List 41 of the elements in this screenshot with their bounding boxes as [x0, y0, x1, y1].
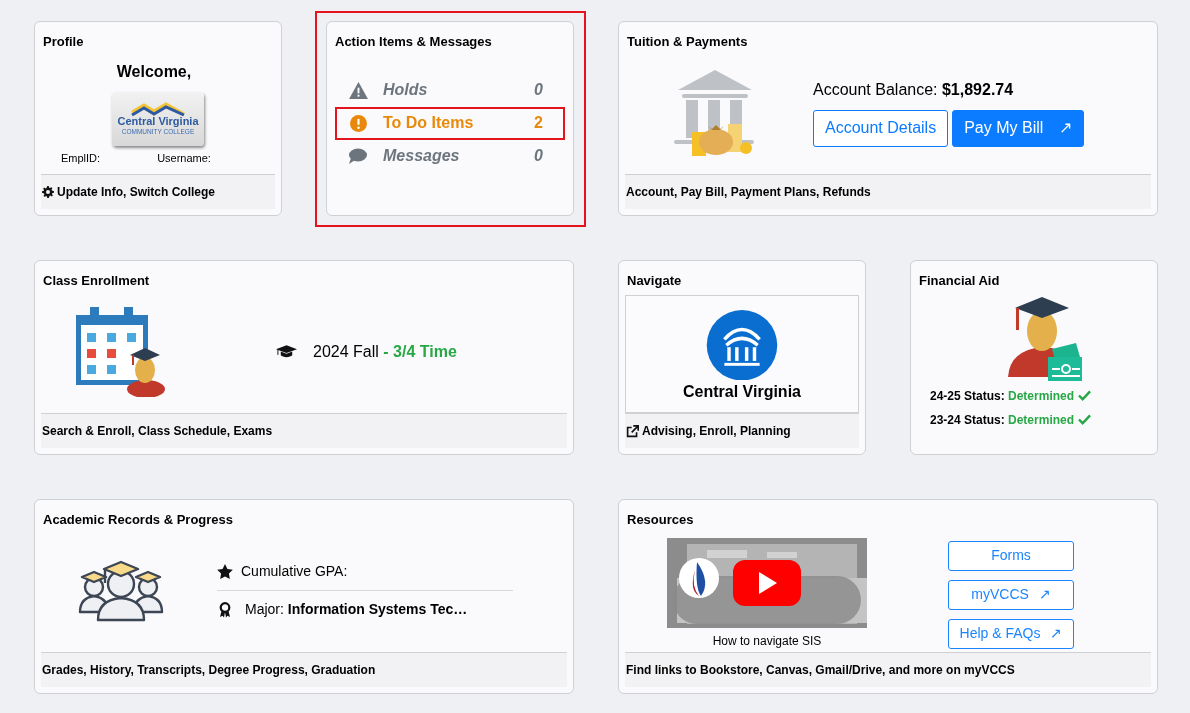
- link-button[interactable]: myVCCS ↗: [948, 579, 1074, 610]
- status-text: 23-24 Status: Determined: [930, 411, 1075, 429]
- navigate-panel[interactable]: Central Virginia: [625, 294, 859, 413]
- check-icon: [1078, 414, 1092, 425]
- external-link-icon: [626, 424, 639, 438]
- term-text: 2024 Fall - 3/4 Time: [313, 341, 457, 362]
- logo-text: Central Virginia: [117, 116, 199, 128]
- star-icon: [217, 564, 233, 580]
- action-item[interactable]: Holds 0: [335, 73, 565, 107]
- action-item[interactable]: To Do Items 2: [335, 106, 565, 140]
- action-item[interactable]: Messages 0: [335, 139, 565, 173]
- gear-icon: [42, 186, 54, 198]
- card-title: Profile: [42, 33, 85, 51]
- university-logo-icon: [706, 309, 778, 380]
- welcome-text: Welcome,: [116, 61, 192, 82]
- gpa-label: Cumulative GPA:: [241, 562, 348, 582]
- link-button[interactable]: Forms: [948, 540, 1074, 571]
- card-title: Class Enrollment: [42, 272, 151, 290]
- school-name: Central Virginia: [683, 382, 801, 402]
- field-label: EmplID:: [61, 150, 101, 166]
- warning-icon: [348, 81, 368, 99]
- button[interactable]: Account Details: [813, 110, 949, 148]
- field-label: Username:: [157, 150, 211, 166]
- card-title: Tuition & Payments: [626, 33, 749, 51]
- graduation-cap-icon: [276, 344, 297, 359]
- balance-text: Account Balance: $1,892.74: [813, 80, 1015, 101]
- chat-bubble-icon: [349, 148, 367, 164]
- mountains-icon: [130, 102, 186, 117]
- button[interactable]: Pay My Bill ↗: [952, 110, 1085, 148]
- card-title: Action Items & Messages: [334, 33, 493, 51]
- card-title: Navigate: [626, 272, 683, 290]
- card-title: Resources: [626, 511, 695, 529]
- status-text: 24-25 Status: Determined: [930, 387, 1075, 405]
- exclamation-icon: [349, 114, 367, 132]
- card-title: Financial Aid: [918, 272, 1001, 290]
- major-text: Major: Information Systems Tec…: [245, 600, 468, 620]
- link-button[interactable]: Help & FAQs ↗: [948, 618, 1074, 649]
- card-title: Academic Records & Progress: [42, 511, 235, 529]
- video-caption: How to navigate SIS: [712, 632, 822, 650]
- check-icon: [1078, 390, 1092, 401]
- award-icon: [219, 601, 231, 618]
